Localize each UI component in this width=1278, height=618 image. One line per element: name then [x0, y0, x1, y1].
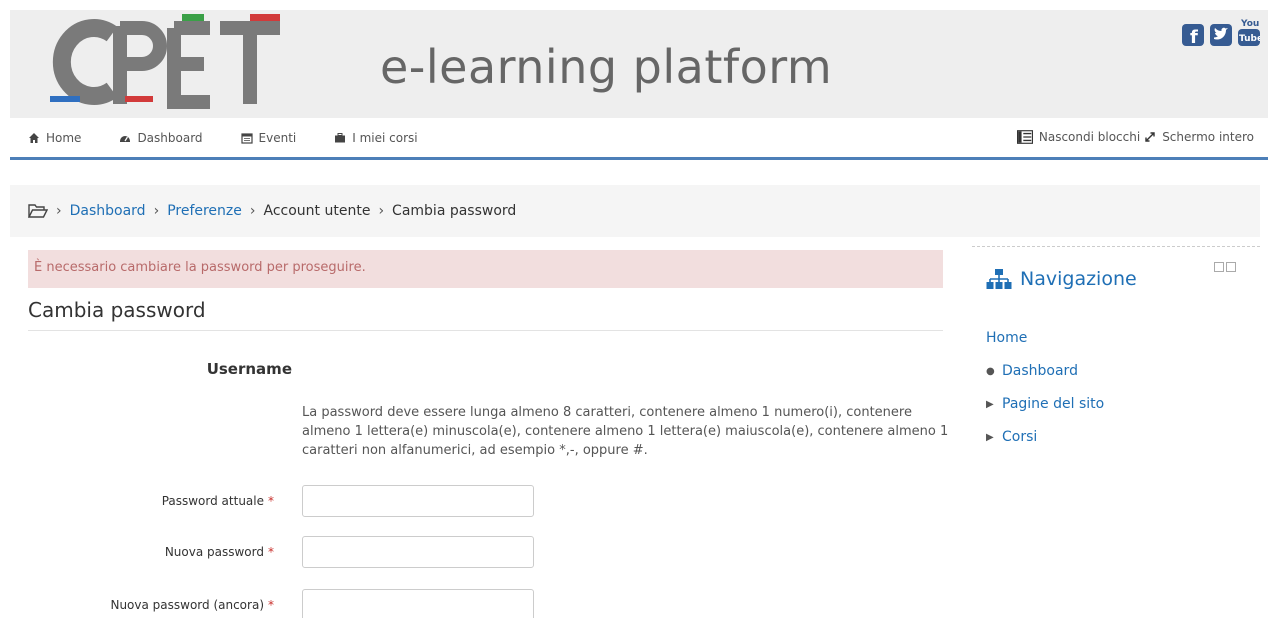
required-marker: * [268, 598, 274, 612]
fullscreen-label: Schermo intero [1162, 130, 1254, 144]
page-title: Cambia password [28, 298, 206, 322]
dock-block-icon[interactable] [1226, 262, 1236, 272]
site-header: e-learning platform f You Tube [10, 10, 1268, 118]
breadcrumb-change-password: Cambia password [392, 203, 517, 219]
tree-site-pages-label: Pagine del sito [1002, 396, 1105, 412]
heading-divider [28, 330, 943, 331]
youtube-icon[interactable]: You Tube [1238, 16, 1260, 48]
briefcase-icon [335, 133, 346, 143]
required-marker: * [268, 494, 274, 508]
tree-home[interactable]: Home [986, 330, 1027, 346]
nav-events[interactable]: Eventi [240, 131, 297, 145]
password-rules: La password deve essere lunga almeno 8 c… [302, 405, 949, 458]
svg-text:f: f [1190, 27, 1198, 48]
nav-my-courses[interactable]: I miei corsi [334, 131, 418, 145]
new-password-label-text: Nuova password [164, 545, 264, 559]
sitemap-icon [986, 269, 1012, 289]
tree-courses[interactable]: ▶ Corsi [986, 429, 1037, 445]
breadcrumb-separator: › [378, 203, 385, 219]
hide-blocks-label: Nascondi blocchi [1038, 130, 1141, 144]
facebook-icon[interactable]: f [1182, 16, 1204, 48]
folder-open-icon[interactable] [28, 203, 48, 219]
tree-courses-label: Corsi [1002, 429, 1038, 445]
breadcrumb-separator: › [153, 203, 160, 219]
breadcrumb-preferences[interactable]: Preferenze [167, 203, 242, 219]
hide-blocks-button[interactable]: Nascondi blocchi [1016, 130, 1141, 144]
nav-my-courses-label: I miei corsi [352, 131, 418, 145]
nav-dashboard-label: Dashboard [137, 131, 203, 145]
nav-home-label: Home [46, 131, 82, 145]
breadcrumb-separator: › [56, 203, 62, 219]
username-label: Username [206, 360, 292, 378]
current-password-input[interactable] [302, 485, 534, 517]
svg-text:You: You [1240, 19, 1259, 29]
nav-home[interactable]: Home [28, 131, 81, 145]
nav-dashboard[interactable]: Dashboard [119, 131, 203, 145]
new-password-again-label: Nuova password (ancora) * [60, 598, 274, 612]
bullet-icon: ● [986, 365, 995, 377]
current-password-label-text: Password attuale [161, 494, 264, 508]
svg-text:Tube: Tube [1239, 34, 1260, 44]
breadcrumb: › Dashboard › Preferenze › Account utent… [10, 185, 1260, 237]
fullscreen-button[interactable]: Schermo intero [1144, 130, 1254, 144]
navigation-title-text: Navigazione [1020, 268, 1137, 290]
sidebar-divider [972, 246, 1260, 247]
navigation-block-title: Navigazione [986, 268, 1137, 290]
top-navbar: Home Dashboard Eventi I miei corsi Nasco… [10, 120, 1268, 160]
home-icon [29, 133, 39, 143]
tree-site-pages[interactable]: ▶ Pagine del sito [986, 396, 1104, 412]
social-links: f You Tube [1182, 16, 1260, 48]
new-password-again-input[interactable] [302, 589, 534, 618]
collapse-block-icon[interactable] [1214, 262, 1224, 272]
site-logo[interactable] [50, 12, 290, 112]
twitter-icon[interactable] [1210, 16, 1232, 48]
breadcrumb-separator: › [249, 203, 256, 219]
tree-dashboard-label: Dashboard [1002, 363, 1078, 379]
password-change-alert: È necessario cambiare la password per pr… [28, 250, 943, 288]
breadcrumb-dashboard[interactable]: Dashboard [70, 203, 146, 219]
block-controls[interactable] [1214, 262, 1236, 272]
site-title: e-learning platform [380, 40, 833, 94]
required-marker: * [268, 545, 274, 559]
nav-events-label: Eventi [258, 131, 297, 145]
current-password-label: Password attuale * [100, 494, 274, 508]
new-password-input[interactable] [302, 536, 534, 568]
dashboard-icon [120, 136, 131, 142]
calendar-icon [240, 133, 253, 144]
caret-right-icon: ▶ [986, 398, 994, 410]
new-password-label: Nuova password * [100, 545, 274, 559]
expand-icon [1145, 132, 1155, 142]
breadcrumb-user-account: Account utente [263, 203, 371, 219]
caret-right-icon: ▶ [986, 431, 994, 443]
tree-dashboard[interactable]: ● Dashboard [986, 363, 1078, 379]
new-password-again-label-text: Nuova password (ancora) [110, 598, 264, 612]
blocks-icon [1016, 130, 1033, 144]
